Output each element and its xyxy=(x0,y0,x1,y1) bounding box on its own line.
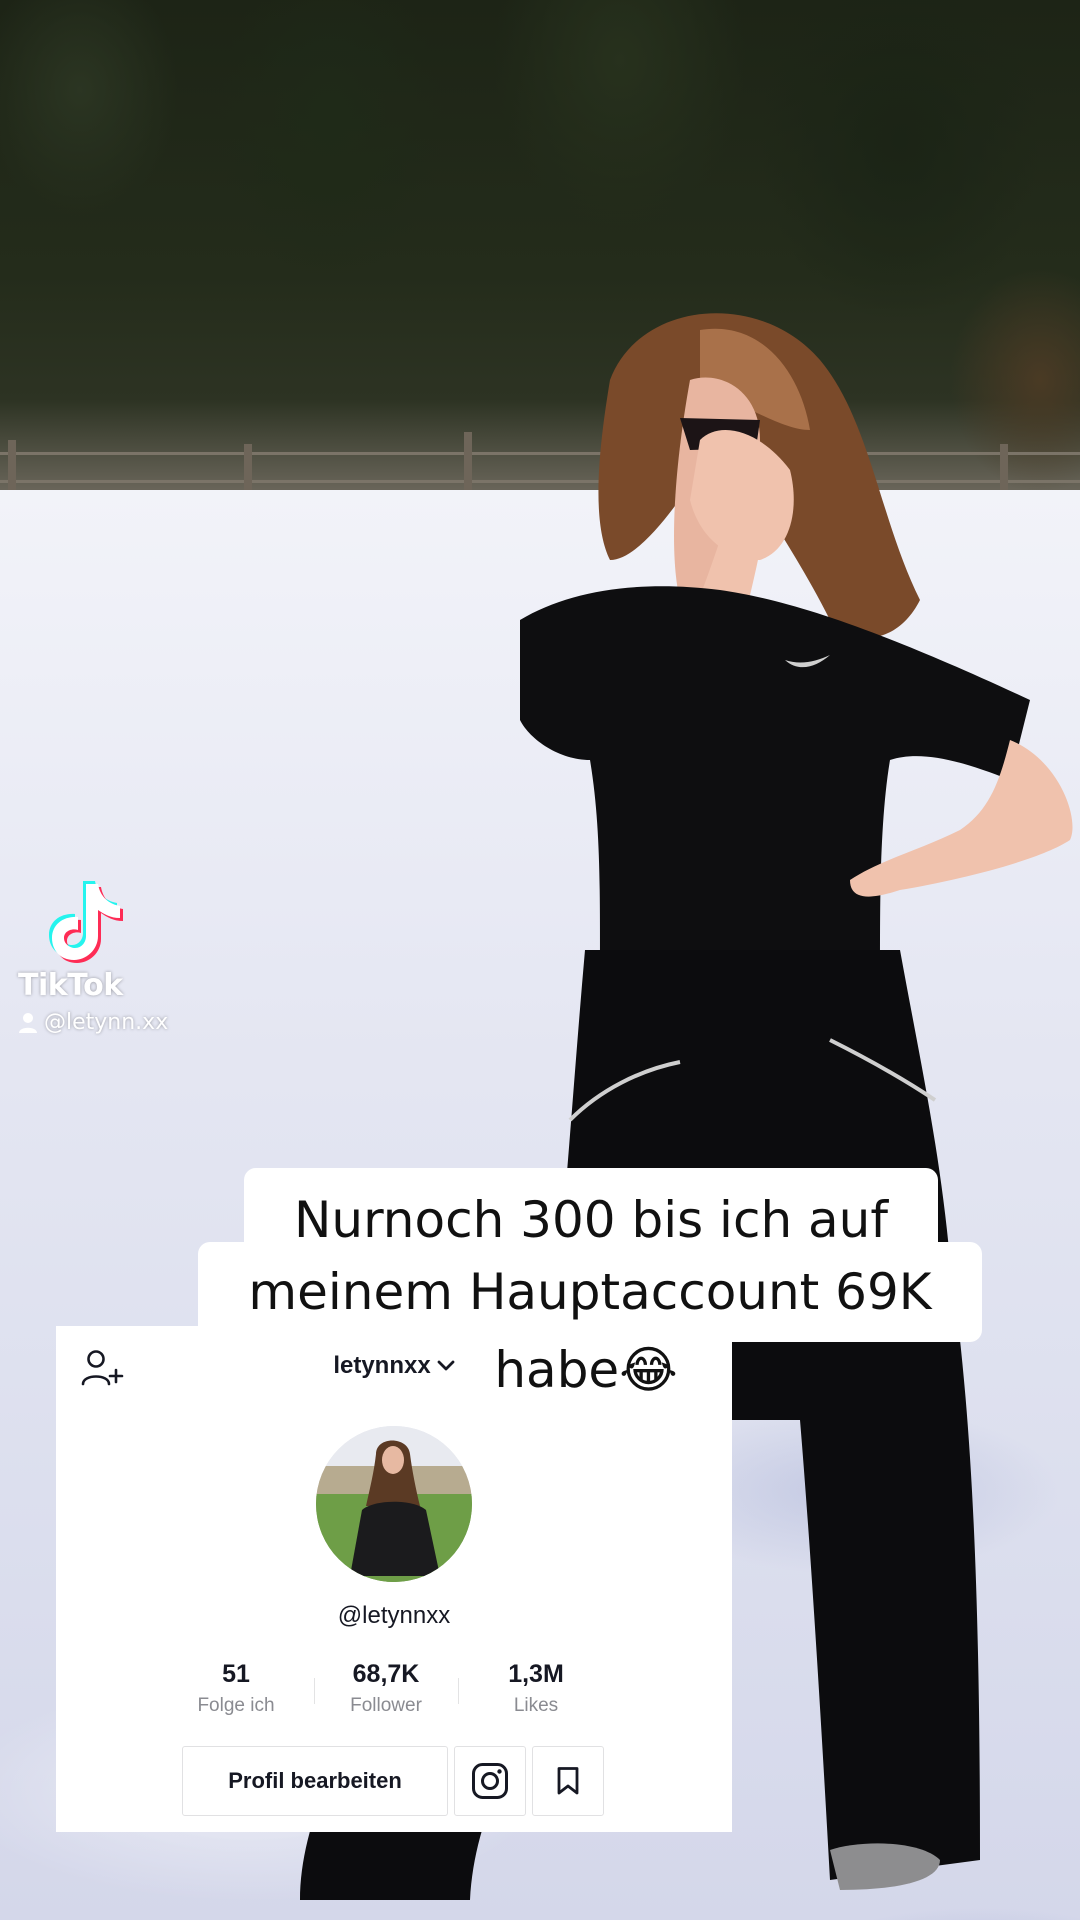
stat-divider xyxy=(458,1678,459,1704)
stat-value: 51 xyxy=(222,1660,250,1688)
person-icon xyxy=(19,1012,37,1033)
watermark-username: @letynn.xx xyxy=(18,1010,168,1035)
tiktok-note-icon xyxy=(49,881,123,963)
stat-label: Likes xyxy=(513,1695,559,1716)
avatar-photo xyxy=(316,1426,472,1582)
bookmark-icon xyxy=(557,1767,579,1795)
edit-profile-button[interactable]: Profil bearbeiten xyxy=(182,1746,448,1816)
stat-following[interactable]: 51 Folge ich xyxy=(176,1660,296,1724)
stat-likes[interactable]: 1,3M Likes xyxy=(476,1660,596,1724)
profile-handle: @letynnxx xyxy=(337,1602,451,1629)
stat-followers[interactable]: 68,7K Follower xyxy=(326,1660,446,1724)
instagram-button[interactable] xyxy=(454,1746,526,1816)
stat-value: 1,3M xyxy=(508,1660,564,1688)
caption-line-3: habe😂 xyxy=(494,1341,678,1399)
instagram-icon xyxy=(472,1763,508,1799)
avatar[interactable] xyxy=(316,1426,472,1582)
tiktok-watermark: TikTok @letynn.xx xyxy=(18,876,218,1046)
watermark-username-text: @letynn.xx xyxy=(44,1010,169,1035)
profile-stats: 51 Folge ich 68,7K Follower 1,3M Likes xyxy=(176,1660,596,1724)
chevron-down-icon xyxy=(437,1360,455,1371)
stat-divider xyxy=(314,1678,315,1704)
stat-label: Follower xyxy=(350,1695,422,1716)
stat-label: Folge ich xyxy=(197,1695,275,1716)
favorites-button[interactable] xyxy=(532,1746,604,1816)
profile-username: letynnxx xyxy=(333,1352,431,1379)
stat-value: 68,7K xyxy=(352,1660,420,1688)
tiktok-brand-text: TikTok xyxy=(18,968,123,1003)
